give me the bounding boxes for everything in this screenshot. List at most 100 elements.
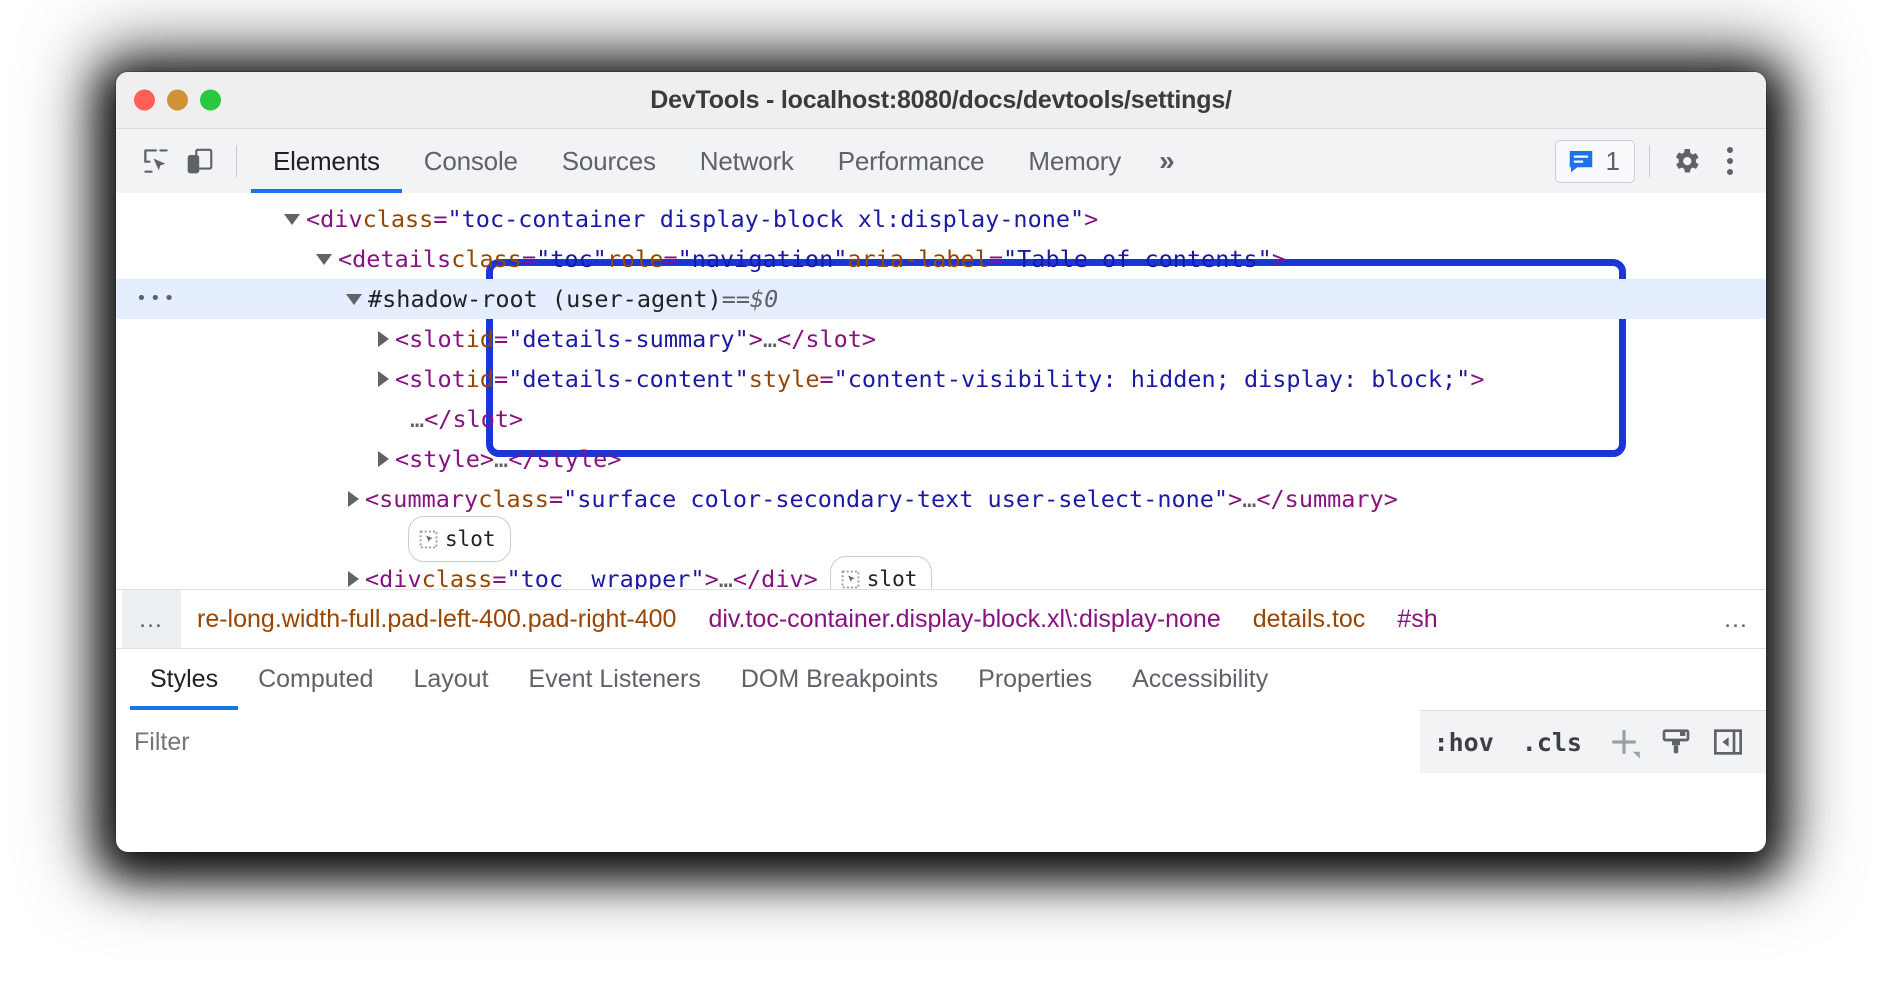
tab-computed[interactable]: Computed [238, 649, 393, 710]
inspect-element-button[interactable] [134, 139, 178, 183]
dom-token-tagp: </summary> [1256, 485, 1398, 513]
breadcrumb-overflow-right[interactable]: … [1707, 590, 1766, 648]
tab-event-listeners[interactable]: Event Listeners [509, 649, 721, 710]
dom-token-ellip: … [762, 325, 778, 353]
dom-token-attrn: style [748, 365, 820, 393]
close-button[interactable] [134, 89, 155, 111]
dom-node-row[interactable]: <slot id = "details-summary" >… </slot> [116, 319, 1766, 359]
dom-token-attrn: class [362, 205, 434, 233]
dom-token-attrn: role [606, 245, 664, 273]
dom-token-attrv: "details-content" [508, 365, 749, 393]
styles-pane-tabs: Styles Computed Layout Event Listeners D… [116, 649, 1766, 711]
disclosure-triangle-icon[interactable] [378, 451, 389, 467]
dom-token-attrv: "toc__wrapper" [506, 565, 705, 589]
panel-tabs: Elements Console Sources Network Perform… [251, 129, 1190, 193]
toolbar-divider [236, 145, 237, 177]
dom-node-row[interactable]: slot [116, 516, 1766, 562]
disclosure-triangle-icon[interactable] [316, 253, 332, 265]
dom-row-overflow-ellipsis[interactable]: ••• [136, 279, 178, 319]
dom-node-row[interactable]: <div class = "toc-container display-block … [116, 199, 1766, 239]
dom-node-row[interactable]: <style>… </style> [116, 439, 1766, 479]
dom-node-row[interactable]: <details class = "toc" role = "navigation" a… [116, 239, 1766, 279]
disclosure-triangle-icon[interactable] [348, 571, 359, 587]
dom-token-attrn: class [451, 245, 522, 273]
tab-performance[interactable]: Performance [816, 129, 1007, 193]
computed-style-button[interactable] [1652, 718, 1700, 766]
dom-token-tagp: </style> [508, 445, 622, 473]
dom-token-tagp: </div> [732, 565, 818, 589]
tab-dom-breakpoints[interactable]: DOM Breakpoints [721, 649, 958, 710]
tab-properties-label: Properties [978, 665, 1093, 693]
gear-icon [1670, 145, 1702, 177]
disclosure-triangle-icon[interactable] [378, 371, 389, 387]
slot-badge-label: slot [445, 527, 496, 551]
tab-elements[interactable]: Elements [251, 129, 402, 193]
dom-token-tagp: > [704, 565, 719, 589]
dom-token-ellip: … [494, 445, 509, 473]
dom-node-row-selected[interactable]: ••• #shadow-root (user-agent) == $0 [116, 279, 1766, 319]
dom-token-tagp: > [748, 325, 763, 353]
breadcrumb-item-3[interactable]: #sh [1381, 605, 1453, 634]
dom-token-dollar: $0 [750, 285, 779, 313]
tab-elements-label: Elements [273, 145, 380, 176]
toggle-sidebar-icon [1712, 726, 1744, 758]
cls-button[interactable]: .cls [1508, 728, 1596, 757]
paintbrush-icon [1660, 726, 1692, 758]
dom-node-row[interactable]: <summary class = "surface color-secondary-… [116, 479, 1766, 519]
tab-memory[interactable]: Memory [1006, 129, 1143, 193]
breadcrumb-item-1[interactable]: div.toc-container.display-block.xl\:disp… [692, 605, 1236, 634]
dom-tree[interactable]: <div class = "toc-container display-block … [116, 193, 1766, 589]
breadcrumb[interactable]: … re-long.width-full.pad-left-400.pad-ri… [116, 589, 1766, 649]
breadcrumb-item-0[interactable]: re-long.width-full.pad-left-400.pad-righ… [181, 605, 692, 634]
more-tabs-button[interactable]: » [1143, 129, 1190, 193]
dom-token-attrv: "surface color-secondary-text user-selec… [563, 485, 1229, 513]
tab-console-label: Console [423, 145, 518, 176]
breadcrumb-item-2[interactable]: details.toc [1237, 605, 1382, 634]
tab-styles[interactable]: Styles [130, 649, 239, 710]
dom-token-tagp: = [433, 205, 448, 233]
slot-badge[interactable]: slot [829, 556, 933, 589]
breadcrumb-overflow-left[interactable]: … [122, 590, 181, 648]
hov-button[interactable]: :hov [1420, 728, 1508, 757]
dom-token-tagp: <summary [365, 485, 479, 513]
zoom-button[interactable] [200, 89, 221, 111]
styles-filter-bar: :hov .cls [116, 710, 1766, 774]
dom-node-row[interactable]: <div class = "toc__wrapper" >… </div> slot [116, 556, 1766, 589]
filter-input[interactable] [116, 710, 1420, 774]
tab-properties[interactable]: Properties [958, 649, 1112, 710]
new-style-rule-button[interactable] [1600, 718, 1648, 766]
tab-computed-label: Computed [258, 665, 374, 693]
slot-badge[interactable]: slot [408, 516, 511, 562]
dom-token-ellip: … [1242, 485, 1257, 513]
overflow-menu-button[interactable] [1708, 139, 1752, 183]
toggle-sidebar-button[interactable] [1704, 718, 1752, 766]
dom-node-row[interactable]: … </slot> [116, 399, 1766, 439]
dom-token-shadow-lbl: #shadow-root (user-agent) [368, 285, 722, 313]
dom-token-tagp: <div [306, 205, 363, 233]
disclosure-triangle-icon[interactable] [284, 213, 300, 225]
disclosure-triangle-icon[interactable] [346, 293, 362, 305]
settings-button[interactable] [1664, 139, 1708, 183]
dom-token-attrn: id [465, 325, 495, 353]
slot-cursor-icon [841, 570, 860, 589]
device-toolbar-button[interactable] [178, 139, 222, 183]
plus-icon [1606, 724, 1642, 760]
dom-token-tagp: <slot [395, 365, 466, 393]
tab-network[interactable]: Network [678, 129, 816, 193]
dom-token-ellip: … [718, 565, 733, 589]
dom-token-attrv: "toc" [536, 245, 607, 273]
minimize-button[interactable] [167, 89, 188, 111]
tab-layout[interactable]: Layout [393, 649, 508, 710]
disclosure-triangle-icon[interactable] [378, 331, 389, 347]
tab-accessibility[interactable]: Accessibility [1112, 649, 1288, 710]
issues-button[interactable]: 1 [1554, 139, 1635, 183]
tab-sources[interactable]: Sources [540, 129, 678, 193]
toolbar-divider-2 [1649, 145, 1650, 177]
dom-token-attrv: "toc-container display-block xl:display-… [447, 205, 1085, 233]
dom-node-row[interactable]: <slot id = "details-content" style = "conten… [116, 359, 1766, 399]
tab-console[interactable]: Console [402, 129, 540, 193]
device-toolbar-icon [185, 146, 215, 176]
inspect-element-icon [141, 146, 171, 176]
disclosure-triangle-icon[interactable] [348, 491, 359, 507]
